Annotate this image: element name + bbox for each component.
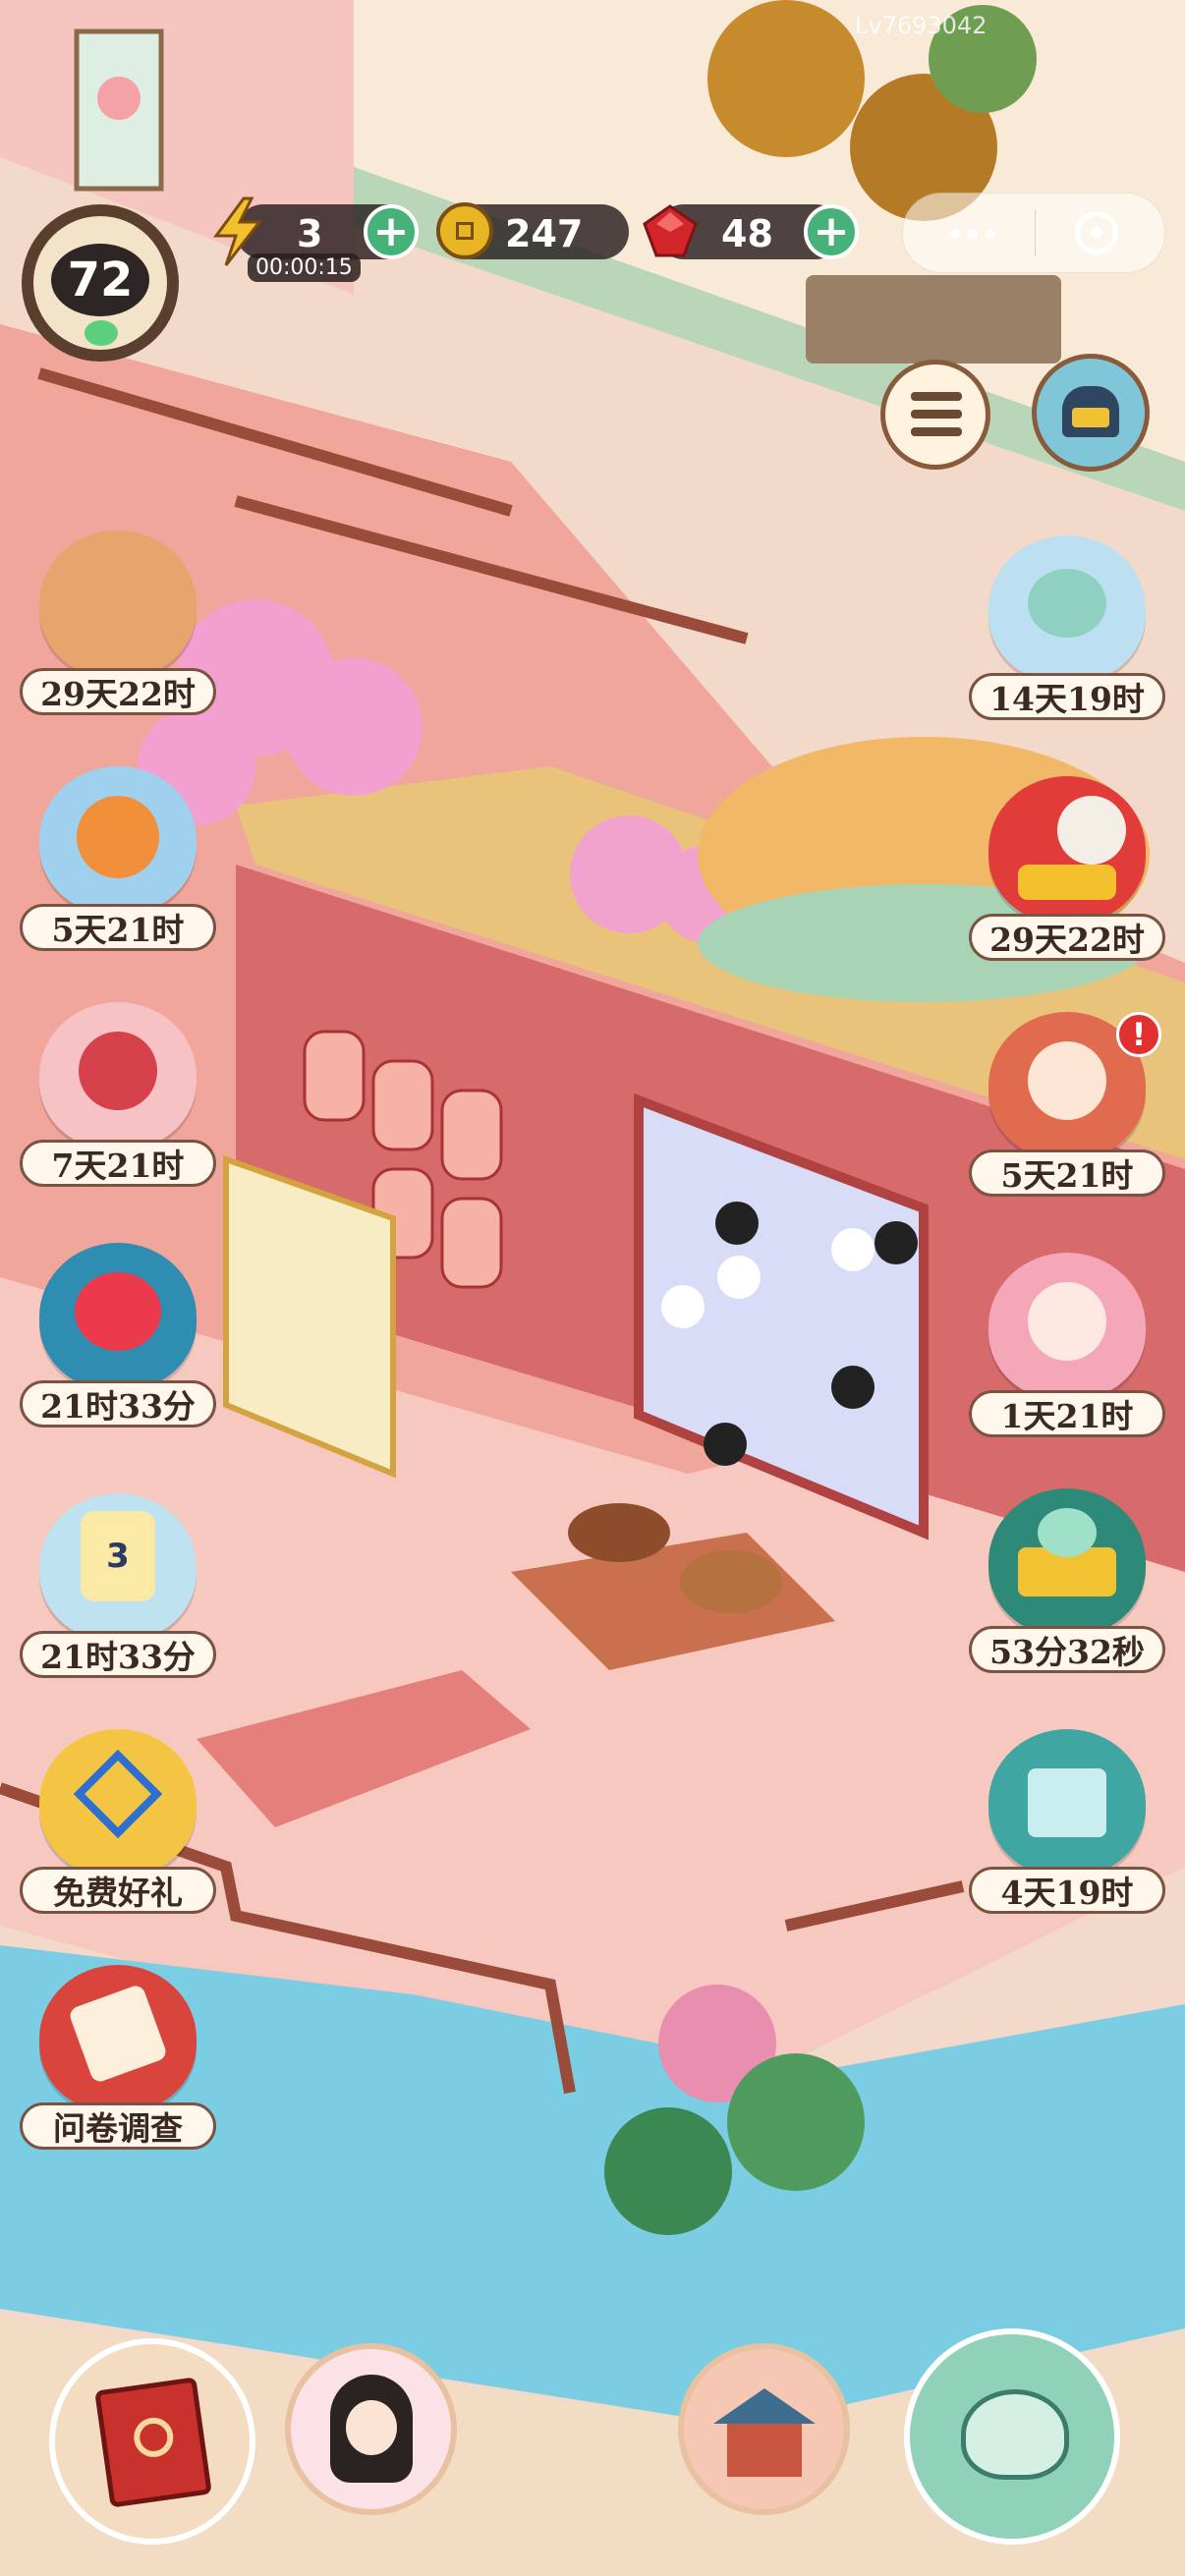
- gift-box-icon: [988, 1729, 1146, 1876]
- miniprogram-capsule: [902, 193, 1165, 273]
- pink-cat-icon: [988, 1253, 1146, 1400]
- list-icon: [911, 392, 962, 437]
- task-list-button[interactable]: [880, 360, 990, 470]
- event-timer: 29天22时: [969, 914, 1165, 961]
- gift-medallion-icon: [39, 1729, 197, 1876]
- bell-icon: [1062, 386, 1119, 437]
- level-number: 72: [51, 244, 149, 316]
- energy-timer: 00:00:15: [248, 253, 361, 282]
- scroll-icon: [39, 531, 197, 678]
- event-label: 问卷调查: [20, 2102, 216, 2150]
- house-button[interactable]: [678, 2343, 850, 2515]
- gem-value: 48: [721, 212, 773, 255]
- add-energy-button[interactable]: +: [364, 204, 419, 259]
- tea-button[interactable]: [904, 2328, 1120, 2545]
- event-lucky-cat[interactable]: ! 5天21时: [969, 1012, 1165, 1208]
- leaf-icon: [85, 320, 118, 346]
- event-timer: 7天21时: [20, 1140, 216, 1187]
- event-pink-cat[interactable]: 1天21时: [969, 1253, 1165, 1449]
- event-timer: 21时33分: [20, 1631, 216, 1678]
- event-cloud-cat[interactable]: 14天19时: [969, 535, 1165, 732]
- level-badge[interactable]: 72: [22, 204, 179, 362]
- add-gem-button[interactable]: +: [804, 204, 859, 259]
- coin-icon: [436, 202, 493, 259]
- event-timer: 4天19时: [969, 1867, 1165, 1914]
- event-label: 免费好礼: [20, 1867, 216, 1914]
- survey-scroll-icon: [39, 1965, 197, 2112]
- event-survey[interactable]: 问卷调查: [20, 1965, 216, 2161]
- event-flower-bloom[interactable]: 21时33分: [20, 1243, 216, 1439]
- energy-value: 3: [297, 212, 323, 255]
- event-timer: 29天22时: [20, 668, 216, 715]
- fan-icon: [39, 1002, 197, 1149]
- shop-button[interactable]: [1032, 354, 1150, 472]
- treasure-icon: [988, 776, 1146, 924]
- lantern-count: 3: [81, 1511, 155, 1601]
- book-icon: [94, 2377, 212, 2508]
- event-lantern-count[interactable]: 3 21时33分: [20, 1493, 216, 1690]
- ruby-icon: [643, 204, 698, 257]
- close-icon[interactable]: [1075, 211, 1118, 254]
- teapot-icon: [961, 2389, 1069, 2480]
- event-free-gift[interactable]: 免费好礼: [20, 1729, 216, 1926]
- event-red-fan[interactable]: 7天21时: [20, 1002, 216, 1199]
- event-gift-box[interactable]: 4天19时: [969, 1729, 1165, 1926]
- user-id-watermark: Lv7693042: [855, 12, 988, 39]
- lady-portrait-icon: [330, 2375, 413, 2483]
- event-treasure-fan[interactable]: 29天22时: [969, 776, 1165, 973]
- house-icon: [713, 2388, 816, 2477]
- more-icon[interactable]: [950, 229, 960, 239]
- fox-icon: [39, 766, 197, 914]
- character-button[interactable]: [285, 2343, 457, 2515]
- cloud-cat-icon: [988, 535, 1146, 683]
- lantern-icon: 3: [39, 1493, 197, 1641]
- event-timer: 5天21时: [969, 1149, 1165, 1197]
- alert-badge: !: [1116, 1012, 1161, 1057]
- event-timer: 14天19时: [969, 673, 1165, 720]
- event-timer: 5天21时: [20, 904, 216, 951]
- flower-icon: [39, 1243, 197, 1390]
- journal-button[interactable]: [49, 2338, 255, 2545]
- event-timer: 53分32秒: [969, 1626, 1165, 1673]
- event-timer: 21时33分: [20, 1380, 216, 1428]
- event-coin-cart[interactable]: 53分32秒: [969, 1488, 1165, 1685]
- game-scene: 72 3 + 00:00:15 247 48 + Lv7693042 29天22…: [0, 0, 1185, 2576]
- coin-cart-icon: [988, 1488, 1146, 1636]
- coin-value: 247: [505, 212, 584, 255]
- event-scroll-gift[interactable]: 29天22时: [20, 531, 216, 727]
- event-fox-hero[interactable]: 5天21时: [20, 766, 216, 963]
- event-timer: 1天21时: [969, 1390, 1165, 1437]
